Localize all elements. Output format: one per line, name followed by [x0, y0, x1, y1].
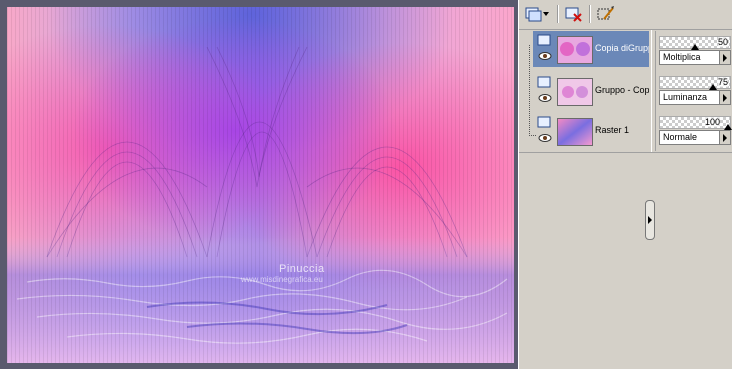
chevron-right-icon — [648, 216, 652, 224]
layer-props-gruppo-copia: 75 Luminanza — [659, 74, 732, 110]
watermark-url: www.misdinegrafica.eu — [241, 275, 323, 284]
new-layer-dropdown[interactable] — [541, 4, 551, 24]
chevron-right-icon[interactable] — [719, 131, 730, 144]
layer-name[interactable]: Raster 1 — [595, 125, 649, 135]
layer-controls — [537, 34, 553, 64]
layer-props-copia-digruppo: 50 Moltiplica — [659, 34, 732, 70]
panel-splitter[interactable] — [645, 200, 655, 240]
toolbar-divider — [589, 5, 591, 23]
image-canvas[interactable]: Pinuccia www.misdinegrafica.eu — [7, 7, 514, 363]
layer-thumbnail[interactable] — [557, 36, 593, 64]
layers-toolbar — [519, 0, 732, 30]
image-artwork — [7, 7, 514, 363]
opacity-value: 50 — [717, 37, 728, 47]
delete-layer-icon — [565, 7, 582, 22]
layer-controls — [537, 116, 553, 146]
chevron-right-icon[interactable] — [719, 91, 730, 104]
blend-mode-value: Normale — [663, 132, 698, 142]
layer-name[interactable]: Gruppo - Copia — [595, 85, 649, 95]
opacity-value: 100 — [704, 117, 720, 127]
blend-mode-select[interactable]: Luminanza — [659, 90, 731, 105]
blend-mode-select[interactable]: Moltiplica — [659, 50, 731, 65]
layer-controls — [537, 76, 553, 106]
toolbar-divider — [557, 5, 559, 23]
layers-panel: Copia diGruppo — [518, 0, 732, 369]
layer-thumbnail[interactable] — [557, 78, 593, 106]
eye-icon[interactable] — [538, 52, 552, 60]
chevron-down-icon — [543, 12, 549, 16]
opacity-slider[interactable]: 75 — [659, 76, 731, 90]
layer-row-copia-digruppo[interactable]: Copia diGruppo — [533, 31, 649, 67]
layer-type-icon — [537, 116, 551, 128]
layer-type-icon — [537, 34, 551, 46]
canvas-frame: Pinuccia www.misdinegrafica.eu — [0, 0, 518, 369]
opacity-value: 75 — [717, 77, 728, 87]
layer-type-icon — [537, 76, 551, 88]
layer-properties-button[interactable] — [595, 4, 617, 24]
layer-row-gruppo-copia[interactable]: Gruppo - Copia — [533, 73, 649, 109]
layer-thumbnail[interactable] — [557, 118, 593, 146]
layer-properties-icon — [597, 6, 614, 20]
opacity-slider[interactable]: 100 — [659, 116, 732, 130]
opacity-slider[interactable]: 50 — [659, 36, 731, 50]
blend-mode-value: Luminanza — [663, 92, 708, 102]
delete-layer-button[interactable] — [563, 4, 585, 24]
panel-divider — [519, 152, 732, 153]
layers-list: Copia diGruppo — [527, 31, 649, 151]
layer-name[interactable]: Copia diGruppo — [595, 43, 649, 53]
layer-properties-column: 50 Moltiplica 75 Luminanza 100 Normale — [655, 31, 732, 151]
blend-mode-value: Moltiplica — [663, 52, 701, 62]
eye-icon[interactable] — [538, 94, 552, 102]
watermark-title: Pinuccia — [279, 263, 325, 275]
layer-row-raster-1[interactable]: Raster 1 — [533, 113, 649, 149]
layer-props-raster-1: 100 Normale — [659, 114, 732, 150]
chevron-right-icon[interactable] — [719, 51, 730, 64]
eye-icon[interactable] — [538, 134, 552, 142]
blend-mode-select[interactable]: Normale — [659, 130, 731, 145]
